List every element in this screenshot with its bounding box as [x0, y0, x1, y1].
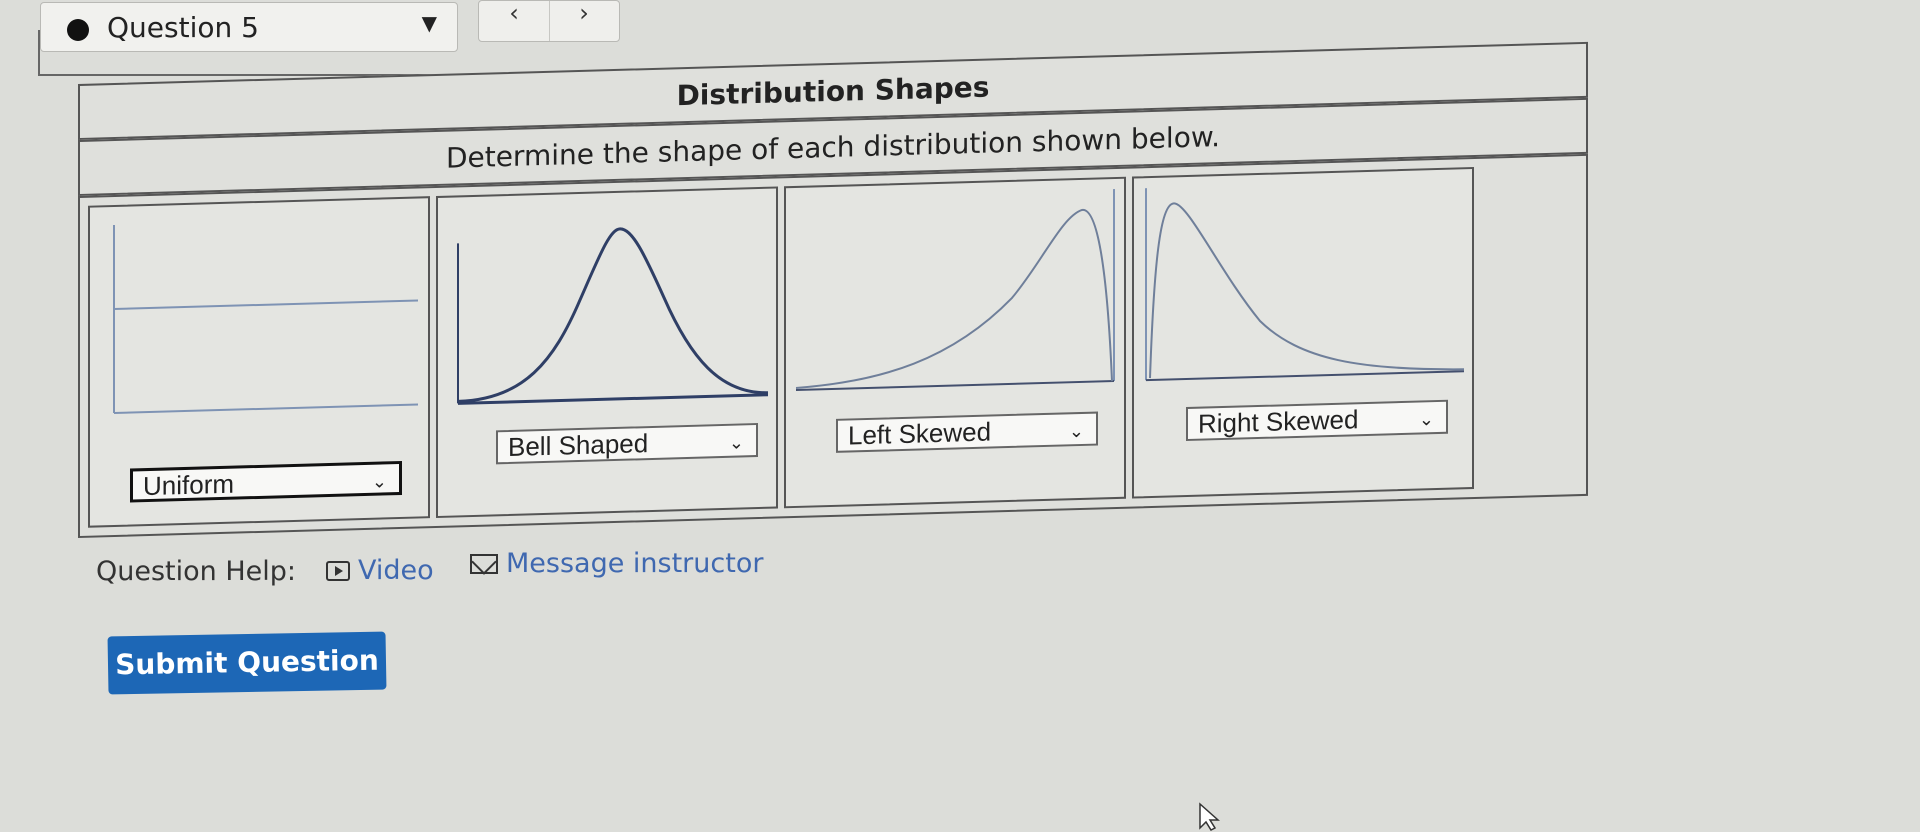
submit-question-button[interactable]: Submit Question	[107, 631, 387, 695]
right-skew-graph	[1145, 188, 1465, 382]
video-link-label: Video	[358, 555, 434, 586]
next-question-icon[interactable]: ›	[549, 1, 619, 25]
left-skew-graph	[795, 189, 1115, 391]
cell-right-skew: Right Skewed ⌄	[1132, 167, 1474, 499]
uniform-curve	[114, 299, 418, 310]
cell-bell: Bell Shaped ⌄	[436, 186, 778, 519]
cell-uniform: Uniform ⌄	[88, 196, 430, 528]
message-instructor-link[interactable]: Message instructor	[470, 548, 763, 579]
video-icon	[326, 561, 350, 581]
uniform-graph	[113, 224, 418, 414]
mouse-cursor-icon	[1199, 802, 1220, 831]
chevron-down-icon: ⌄	[728, 432, 744, 453]
shape-select-3[interactable]: Left Skewed ⌄	[836, 411, 1098, 453]
right-skew-axis-x	[1146, 370, 1464, 382]
shape-select-3-value: Left Skewed	[848, 416, 992, 451]
bell-curve	[457, 227, 769, 403]
uniform-axis-x	[114, 403, 418, 414]
left-skew-curve	[795, 208, 1113, 389]
previous-question-icon[interactable]: ‹	[479, 1, 549, 25]
mail-icon	[470, 554, 498, 574]
bell-graph	[457, 227, 769, 405]
shape-select-4-value: Right Skewed	[1198, 404, 1359, 439]
chevron-down-icon: ⌄	[1418, 409, 1434, 430]
shape-select-1[interactable]: Uniform ⌄	[130, 460, 402, 503]
shape-select-2[interactable]: Bell Shaped ⌄	[496, 423, 758, 465]
shape-select-2-value: Bell Shaped	[508, 428, 649, 462]
distribution-table: Distribution Shapes Determine the shape …	[78, 41, 1588, 538]
video-link[interactable]: Video	[326, 555, 434, 586]
shape-select-4[interactable]: Right Skewed ⌄	[1186, 399, 1448, 442]
shape-select-1-value: Uniform	[143, 468, 235, 502]
bell-axis-x	[458, 393, 768, 405]
message-instructor-label: Message instructor	[506, 548, 764, 579]
right-skew-curve	[1149, 202, 1465, 379]
cell-left-skew: Left Skewed ⌄	[784, 176, 1126, 509]
chevron-down-icon: ⌄	[371, 471, 387, 492]
chevron-down-icon: ⌄	[1068, 420, 1084, 442]
question-help-label: Question Help:	[96, 556, 296, 587]
table-graph-row: Uniform ⌄ Bell Shaped ⌄ Left Skewed ⌄ Ri…	[78, 153, 1588, 538]
